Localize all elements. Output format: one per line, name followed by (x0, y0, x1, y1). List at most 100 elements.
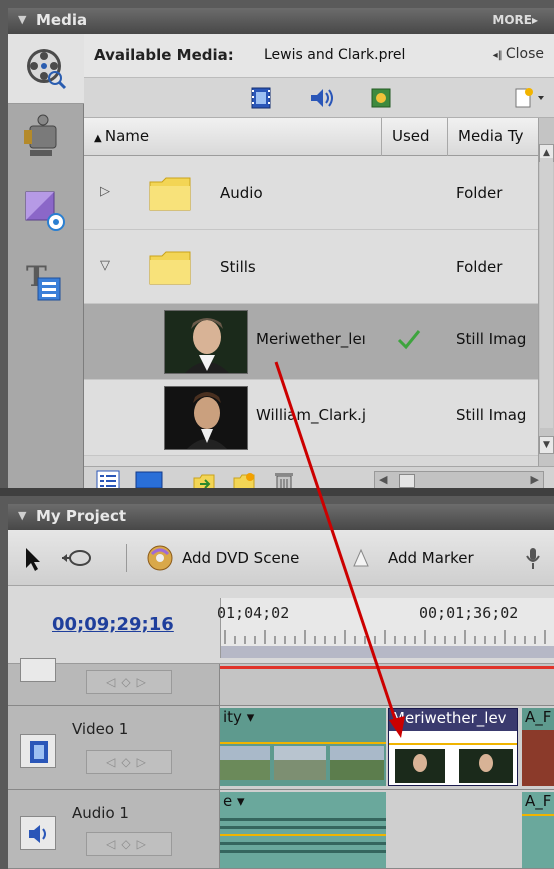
column-header-name[interactable]: ▲ Name (84, 118, 382, 156)
close-label: Close (505, 46, 544, 62)
keyframe-navigator[interactable]: ◁◇▷ (86, 670, 172, 694)
media-list-scrollbar[interactable]: ▲ ▼ (538, 118, 554, 466)
used-checkmark-icon (397, 330, 421, 350)
expand-triangle-icon[interactable]: ▷ (100, 184, 110, 199)
track-name: Video 1 (72, 720, 129, 738)
volume-line (522, 814, 554, 816)
video-clip-meriwether[interactable]: Meriwether_lev (388, 708, 518, 786)
current-timecode[interactable]: 00;09;29;16 (52, 614, 174, 635)
ruler-ticks (224, 630, 546, 644)
track-header-video-1: Video 1 ◁◇▷ (8, 706, 220, 790)
audio-track-icon[interactable] (20, 816, 56, 850)
microphone-icon[interactable] (524, 544, 554, 572)
column-header-used[interactable]: Used (382, 118, 448, 156)
tab-effects[interactable] (8, 178, 84, 248)
available-media-label: Available Media: (94, 46, 234, 64)
time-ruler[interactable]: 01;04;02 00;01;36;02 (217, 598, 554, 658)
item-type: Folder (456, 184, 503, 202)
scroll-thumb[interactable] (540, 158, 553, 428)
audio-waveform (220, 818, 386, 853)
still-image-filter-icon[interactable] (370, 86, 392, 110)
project-toolbar: Add DVD Scene Add Marker (8, 530, 554, 586)
tab-titles[interactable]: T (8, 250, 84, 320)
audio-filter-icon[interactable] (308, 86, 334, 110)
item-name: Audio (220, 184, 263, 202)
ruler-label: 01;04;02 (217, 604, 290, 622)
media-list: ▷ Audio Folder ▽ Stills Folder Meriwethe… (84, 156, 538, 456)
track-header-title: ◁◇▷ (8, 658, 220, 706)
item-name: Meriwether_leı (256, 330, 366, 348)
available-media-bar: Available Media: Lewis and Clark.prel ◂‖… (84, 34, 554, 78)
more-button[interactable]: MORE▸ (492, 13, 538, 27)
red-render-line (220, 666, 554, 669)
timeline-header: 00;09;29;16 01;04;02 00;01;36;02 (8, 586, 554, 664)
list-item-meriwether[interactable]: Meriwether_leı Still Imag (84, 304, 538, 380)
clip-title: e ▾ (223, 792, 245, 810)
media-sidebar: T (8, 34, 84, 488)
opacity-line (389, 743, 517, 745)
close-button[interactable]: ◂‖ Close (493, 46, 544, 62)
clip-frames (395, 749, 513, 783)
item-type: Still Imag (456, 406, 527, 424)
titles-icon: T (26, 260, 61, 301)
new-item-icon[interactable] (512, 86, 546, 110)
clip-title: A_F (522, 708, 554, 730)
item-type: Folder (456, 258, 503, 276)
project-panel-title: My Project (36, 507, 126, 525)
audio-clip-1[interactable]: e ▾ (220, 792, 386, 868)
video-clip-1[interactable]: ity ▾ (220, 708, 386, 786)
scroll-down-icon[interactable]: ▼ (539, 436, 554, 454)
ruler-work-area-band (221, 646, 554, 658)
project-file-name: Lewis and Clark.prel (264, 47, 406, 63)
track-header-audio-1: Audio 1 ◁◇▷ (8, 790, 220, 869)
title-track-icon (20, 658, 56, 682)
track-area-audio-1: e ▾ A_F (220, 790, 554, 869)
video-track-icon[interactable] (20, 734, 56, 768)
effects-icon (25, 191, 65, 231)
tab-organize-media[interactable] (8, 34, 84, 104)
audio-clip-2[interactable]: A_F (522, 792, 554, 868)
list-item-stills-folder[interactable]: ▽ Stills Folder (84, 230, 538, 304)
scroll-right-icon[interactable]: ▶ (531, 473, 539, 486)
film-reel-icon (27, 49, 67, 90)
add-dvd-scene-button[interactable]: Add DVD Scene (146, 544, 336, 572)
keyframe-navigator[interactable]: ◁◇▷ (86, 832, 172, 856)
meriwether-thumbnail (164, 310, 248, 374)
sort-ascending-icon: ▲ (94, 133, 105, 144)
video-clip-3[interactable]: A_F (522, 708, 554, 786)
toolbar-separator (126, 544, 127, 572)
tab-capture[interactable] (8, 106, 84, 176)
track-name: Audio 1 (72, 804, 129, 822)
item-name: William_Clark.j (256, 406, 367, 424)
media-column-header: ▲ Name Used Media Ty (84, 118, 554, 156)
collapse-triangle-icon[interactable]: ▼ (18, 13, 26, 26)
column-header-media-type[interactable]: Media Ty (448, 118, 538, 156)
media-panel-title-bar[interactable]: ▼ Media MORE▸ (8, 8, 554, 34)
collapse-triangle-icon[interactable]: ▽ (100, 258, 110, 273)
keyframe-navigator[interactable]: ◁◇▷ (86, 750, 172, 774)
collapse-triangle-icon[interactable]: ▼ (18, 509, 26, 522)
media-panel: ▼ Media MORE▸ T Available Media: Lewis a… (8, 8, 554, 494)
track-area-title (220, 664, 554, 706)
my-project-panel: ▼ My Project Add DVD Scene Add Marker 00… (8, 504, 554, 869)
clip-title: ity ▾ (223, 708, 255, 726)
clip-title: A_F (525, 792, 552, 810)
time-stretch-tool-icon[interactable] (60, 544, 96, 572)
scroll-left-icon[interactable]: ◀ (379, 473, 387, 486)
column-name-label: Name (104, 127, 150, 145)
add-dvd-scene-label: Add DVD Scene (182, 549, 300, 567)
add-marker-button[interactable]: Add Marker (352, 544, 502, 572)
horizontal-scroll-thumb[interactable] (399, 474, 415, 488)
marker-icon (353, 548, 369, 567)
video-filter-icon[interactable] (250, 86, 272, 110)
selection-tool-icon[interactable] (18, 544, 44, 572)
clip-title: Meriwether_lev (389, 709, 517, 731)
media-panel-title: Media (36, 11, 88, 29)
ruler-label: 00;01;36;02 (419, 604, 519, 622)
panel-divider[interactable] (0, 488, 554, 496)
list-item-william-clark[interactable]: William_Clark.j Still Imag (84, 380, 538, 456)
folder-icon (149, 251, 191, 285)
william-clark-thumbnail (164, 386, 248, 450)
list-item-audio-folder[interactable]: ▷ Audio Folder (84, 156, 538, 230)
project-title-bar[interactable]: ▼ My Project (8, 504, 554, 530)
